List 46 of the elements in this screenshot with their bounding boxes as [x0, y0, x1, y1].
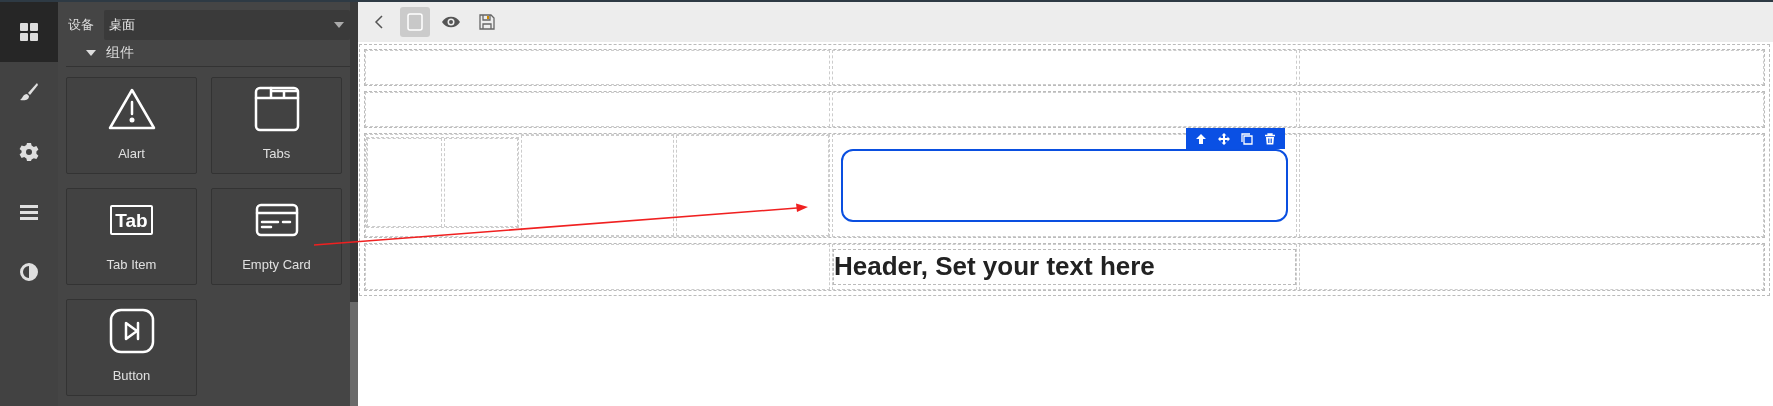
grid-cell[interactable] — [443, 138, 518, 227]
block-tile[interactable]: Alart — [66, 77, 197, 174]
grid-cell[interactable] — [365, 50, 830, 86]
grid-cell[interactable] — [1299, 50, 1764, 86]
grid-icon — [19, 22, 39, 42]
settings-icon — [19, 142, 39, 162]
grid-cell[interactable] — [832, 92, 1297, 128]
grid-cell[interactable] — [1299, 243, 1764, 290]
tabs-icon — [252, 85, 301, 133]
caret-icon — [334, 22, 344, 28]
grid-cell[interactable] — [832, 50, 1297, 86]
grid-cell[interactable] — [1299, 134, 1764, 237]
outline-button[interactable] — [400, 7, 430, 37]
brush-icon — [19, 82, 39, 102]
block-tile[interactable]: Button — [66, 299, 197, 396]
device-label: 设备 — [68, 16, 94, 34]
grid-cell[interactable] — [366, 137, 519, 228]
trash-icon — [1264, 132, 1276, 145]
play-icon — [108, 308, 155, 354]
grid-cell[interactable] — [521, 135, 674, 236]
outline-icon — [407, 13, 423, 31]
menu-icon — [19, 202, 39, 222]
grid-row[interactable]: Header, Set your text here — [364, 242, 1765, 291]
block-tile[interactable]: Tabs — [211, 77, 342, 174]
grid-cell[interactable] — [1299, 92, 1764, 128]
back-icon — [374, 15, 384, 29]
grid-cell[interactable] — [367, 138, 442, 227]
eye-icon — [441, 15, 461, 29]
grid-cell[interactable] — [365, 243, 830, 290]
caret-icon — [86, 50, 96, 56]
empty-card[interactable] — [841, 149, 1288, 222]
scrollbar[interactable] — [350, 2, 358, 406]
device-select[interactable]: 桌面 — [104, 10, 350, 40]
grid-cell[interactable] — [365, 134, 830, 237]
warning-icon — [107, 88, 156, 130]
header-text[interactable]: Header, Set your text here — [833, 248, 1296, 285]
block-tile[interactable]: Tab Tab Item — [66, 188, 197, 285]
block-tile[interactable]: Empty Card — [211, 188, 342, 285]
grid-cell[interactable] — [365, 92, 830, 128]
up-arrow-icon — [1195, 132, 1207, 145]
move-icon — [1218, 132, 1230, 145]
contrast-icon — [19, 262, 39, 282]
card-icon — [254, 203, 299, 237]
copy-icon — [1241, 132, 1253, 145]
tab-glyph-icon: Tab — [110, 205, 153, 235]
save-icon — [479, 14, 495, 30]
